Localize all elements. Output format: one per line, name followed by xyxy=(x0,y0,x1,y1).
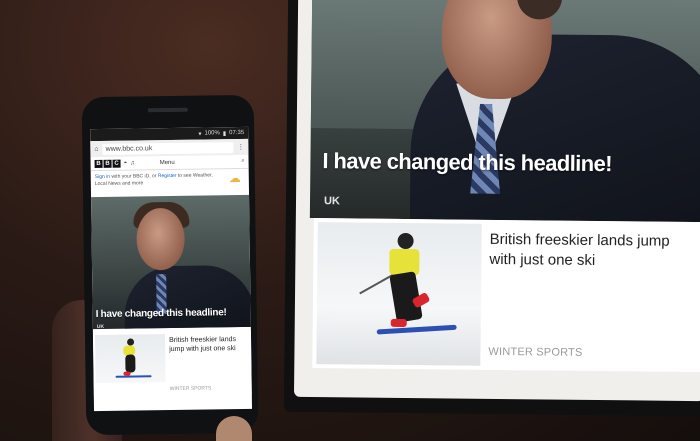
phone-hero-image[interactable]: I have changed this headline! UK xyxy=(91,194,251,330)
monitor-story-tag[interactable]: WINTER SPORTS xyxy=(488,346,582,359)
weather-cloud-icon: ☁ xyxy=(228,171,241,186)
clock: 07:35 xyxy=(229,129,245,137)
monitor-story-card[interactable]: British freeskier lands jump with just o… xyxy=(312,218,700,373)
bbc-logo-letter: B xyxy=(103,159,112,168)
phone-hero-headline[interactable]: I have changed this headline! xyxy=(96,307,251,320)
monitor-hero-image[interactable] xyxy=(309,0,700,223)
battery-level: 100% xyxy=(204,130,220,137)
signin-link[interactable]: Sign in xyxy=(95,174,110,180)
ski xyxy=(376,324,457,335)
wifi-icon: ▾ xyxy=(198,131,202,138)
search-icon[interactable]: ⌕ xyxy=(241,158,244,165)
monitor-screen: I have changed this headline! UK British… xyxy=(293,0,700,402)
monitor-hero-headline[interactable]: I have changed this headline! xyxy=(322,148,700,178)
phone: ▾ 100% ▮ 07:35 ⌂ www.bbc.co.uk ⋮ B B C ◓… xyxy=(81,94,259,436)
monitor-story-thumbnail[interactable] xyxy=(316,222,482,366)
monitor-story-title[interactable]: British freeskier lands jump with just o… xyxy=(489,230,699,272)
bbc-logo[interactable]: B B C xyxy=(94,159,121,168)
user-icon[interactable]: ◓ xyxy=(124,160,128,166)
skier-boot xyxy=(390,318,407,328)
phone-hero-tag[interactable]: UK xyxy=(97,324,104,329)
overflow-menu-icon[interactable]: ⋮ xyxy=(237,143,244,151)
phone-story-card[interactable]: British freeskier lands jump with just o… xyxy=(92,330,252,398)
skier-helmet xyxy=(127,338,135,346)
phone-story-thumbnail[interactable] xyxy=(94,334,166,384)
notifications-icon[interactable]: ♫ xyxy=(130,160,135,166)
signin-banner: Sign in with your BBC iD, or Register to… xyxy=(95,172,225,188)
register-link[interactable]: Register xyxy=(158,173,177,179)
bbc-header: B B C ◓ ♫ Menu ⌕ xyxy=(90,154,249,172)
url-field[interactable]: www.bbc.co.uk xyxy=(102,141,234,155)
menu-button[interactable]: Menu xyxy=(160,159,175,165)
battery-icon: ▮ xyxy=(222,130,227,137)
skier-figure xyxy=(357,232,468,344)
hero-face xyxy=(136,207,186,271)
monitor: I have changed this headline! UK British… xyxy=(283,0,700,417)
bbc-logo-letter: B xyxy=(94,159,103,168)
signin-text: with your BBC iD, or xyxy=(110,173,158,180)
bbc-logo-letter: C xyxy=(112,159,121,168)
phone-screen: ▾ 100% ▮ 07:35 ⌂ www.bbc.co.uk ⋮ B B C ◓… xyxy=(90,126,253,412)
monitor-hero-tag[interactable]: UK xyxy=(324,195,340,207)
skier-helmet xyxy=(397,232,414,250)
skier-figure xyxy=(109,338,160,383)
home-icon[interactable]: ⌂ xyxy=(94,145,98,152)
ski xyxy=(115,375,152,378)
skier-vest xyxy=(389,248,420,276)
phone-story-tag[interactable]: WINTER SPORTS xyxy=(170,385,212,392)
skier-legs xyxy=(125,354,136,373)
hero-coat xyxy=(124,264,251,330)
phone-story-title[interactable]: British freeskier lands jump with just o… xyxy=(169,335,249,354)
phone-speaker xyxy=(147,107,188,113)
